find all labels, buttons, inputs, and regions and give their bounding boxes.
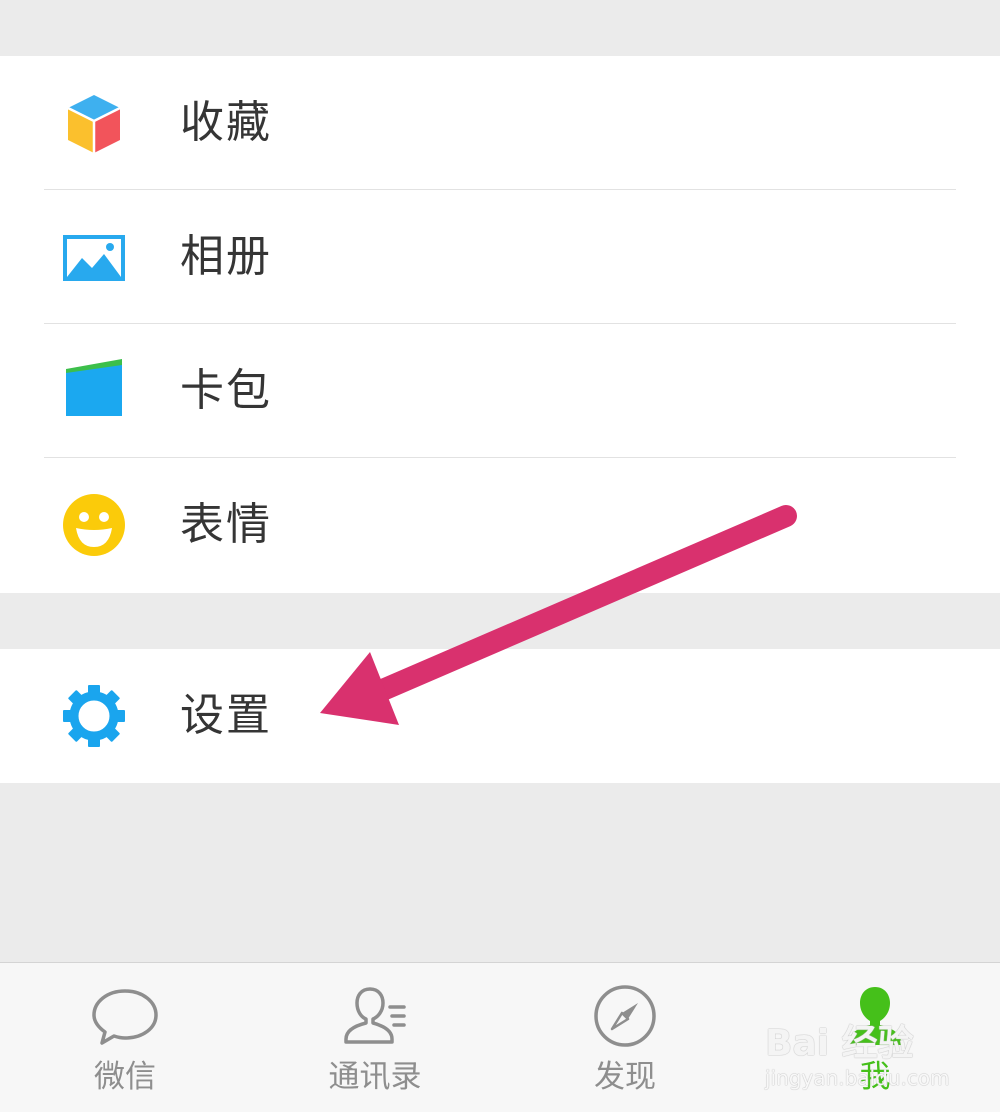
menu-item-label: 表情 <box>180 499 272 550</box>
me-person-icon <box>840 981 910 1051</box>
card-wallet-icon <box>62 359 126 423</box>
menu-item-label: 相册 <box>180 231 272 282</box>
chat-bubble-icon <box>90 981 160 1051</box>
menu-item-album[interactable]: 相册 <box>0 190 1000 324</box>
menu-item-label: 卡包 <box>180 365 272 416</box>
sticker-smiley-icon <box>62 493 126 557</box>
contacts-icon <box>340 981 410 1051</box>
bottom-tab-bar: 微信 通讯录 发现 我 <box>0 962 1000 1112</box>
tab-label: 微信 <box>94 1059 156 1095</box>
tab-me[interactable]: 我 <box>750 963 1000 1112</box>
tab-label: 我 <box>859 1059 891 1095</box>
compass-icon <box>590 981 660 1051</box>
tab-chats[interactable]: 微信 <box>0 963 250 1112</box>
menu-item-label: 收藏 <box>180 97 272 148</box>
album-picture-icon <box>62 225 126 289</box>
menu-group-settings: 设置 <box>0 649 1000 783</box>
menu-group-main: 收藏 相册 卡包 表情 <box>0 56 1000 593</box>
menu-item-stickers[interactable]: 表情 <box>0 458 1000 592</box>
favorites-cube-icon <box>62 91 126 155</box>
menu-item-label: 设置 <box>180 690 272 741</box>
menu-item-settings[interactable]: 设置 <box>0 649 1000 783</box>
tab-contacts[interactable]: 通讯录 <box>250 963 500 1112</box>
tab-label: 发现 <box>594 1059 656 1095</box>
tab-discover[interactable]: 发现 <box>500 963 750 1112</box>
gear-icon <box>62 684 126 748</box>
menu-item-card-wallet[interactable]: 卡包 <box>0 324 1000 458</box>
menu-item-favorites[interactable]: 收藏 <box>0 56 1000 190</box>
tab-label: 通讯录 <box>328 1059 422 1095</box>
